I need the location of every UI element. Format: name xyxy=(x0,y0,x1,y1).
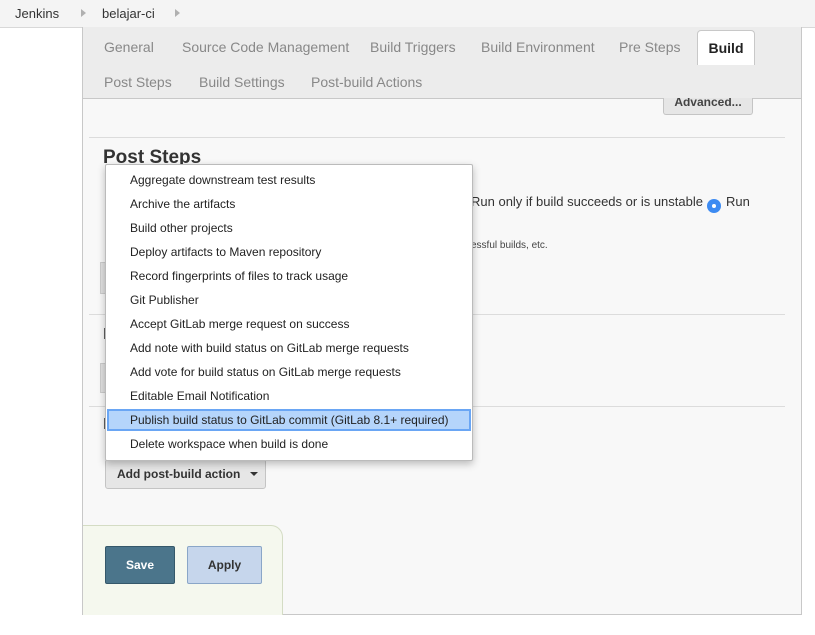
radio-run-selected[interactable] xyxy=(707,199,721,213)
radio-label-run: Run xyxy=(726,194,750,209)
tab-build-triggers[interactable]: Build Triggers xyxy=(370,39,456,55)
post-build-action-menu: Aggregate downstream test results Archiv… xyxy=(105,164,473,461)
tab-build[interactable]: Build xyxy=(697,30,755,65)
menu-item[interactable]: Deploy artifacts to Maven repository xyxy=(107,241,471,263)
tab-build-environment[interactable]: Build Environment xyxy=(481,39,595,55)
tab-post-build-actions[interactable]: Post-build Actions xyxy=(311,74,422,90)
save-button[interactable]: Save xyxy=(105,546,175,584)
chevron-down-icon xyxy=(250,472,258,476)
radio-label-succeeds: Run only if build succeeds or is unstabl… xyxy=(471,194,703,209)
tab-general[interactable]: General xyxy=(104,39,154,55)
add-post-build-action-label: Add post-build action xyxy=(117,467,241,481)
tab-pre-steps[interactable]: Pre Steps xyxy=(619,39,680,55)
bottom-button-bar: Save Apply xyxy=(83,525,283,615)
tab-bar: General Source Code Management Build Tri… xyxy=(83,27,801,99)
menu-item[interactable]: Editable Email Notification xyxy=(107,385,471,407)
breadcrumb-separator-icon xyxy=(81,9,86,17)
tab-post-steps[interactable]: Post Steps xyxy=(104,74,172,90)
breadcrumb-jenkins[interactable]: Jenkins xyxy=(15,6,59,21)
tab-source-code-management[interactable]: Source Code Management xyxy=(182,39,349,55)
menu-item-highlighted[interactable]: Publish build status to GitLab commit (G… xyxy=(107,409,471,431)
tab-build-settings[interactable]: Build Settings xyxy=(199,74,285,90)
menu-item[interactable]: Aggregate downstream test results xyxy=(107,169,471,191)
divider xyxy=(89,137,785,138)
menu-item[interactable]: Delete workspace when build is done xyxy=(107,433,471,455)
menu-item[interactable]: Archive the artifacts xyxy=(107,193,471,215)
apply-button[interactable]: Apply xyxy=(187,546,262,584)
menu-item[interactable]: Accept GitLab merge request on success xyxy=(107,313,471,335)
menu-item[interactable]: Build other projects xyxy=(107,217,471,239)
help-text: essful builds, etc. xyxy=(471,240,548,251)
add-post-build-action-button[interactable]: Add post-build action xyxy=(105,459,266,489)
breadcrumb-project[interactable]: belajar-ci xyxy=(102,6,155,21)
advanced-button[interactable]: Advanced... xyxy=(663,98,753,115)
menu-item[interactable]: Add vote for build status on GitLab merg… xyxy=(107,361,471,383)
menu-item[interactable]: Add note with build status on GitLab mer… xyxy=(107,337,471,359)
menu-item[interactable]: Record fingerprints of files to track us… xyxy=(107,265,471,287)
breadcrumb-separator-icon xyxy=(175,9,180,17)
breadcrumb: Jenkins belajar-ci xyxy=(0,0,815,28)
menu-item[interactable]: Git Publisher xyxy=(107,289,471,311)
